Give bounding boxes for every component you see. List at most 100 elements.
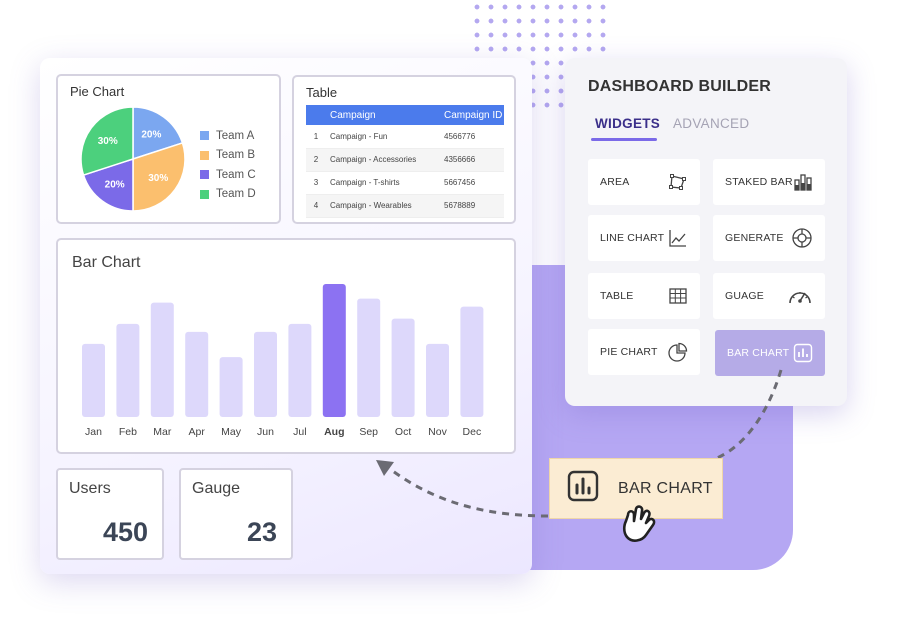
pie-chart-icon [668,342,688,362]
legend-item: Team A [200,126,256,146]
widget-area[interactable]: AREA [588,159,700,205]
x-tick-label: Feb [119,426,137,438]
table-header-campaign: Campaign [324,105,440,125]
pie-legend: Team A Team B Team C Team D [200,126,256,204]
legend-label: Team D [216,188,256,201]
tab-advanced[interactable]: ADVANCED [673,116,749,131]
generate-icon [791,227,813,249]
users-label: Users [69,480,111,497]
bar-dec [460,306,484,417]
row-index: 2 [306,148,324,172]
x-tick-label: Apr [189,426,206,438]
pie-slice-label: 20% [105,180,125,191]
active-tab-indicator [591,138,657,141]
users-stat-card[interactable]: Users 450 [56,468,164,560]
widget-label: STAKED BAR [725,176,793,188]
bar-sep [357,298,381,417]
table-row: 1 Campaign - Fun 4566776 [306,125,504,149]
row-campaign-id: 4356666 [440,148,504,172]
bar-chart-icon [567,470,599,507]
gauge-label: Gauge [192,480,241,497]
x-tick-label: May [221,426,242,438]
x-tick-label: Jan [85,426,102,438]
bar-chart-widget[interactable]: Jan Feb Mar Apr May Jun Jul Aug Sep Oct Nov Dec Bar… [56,238,516,454]
x-tick-label: Jul [293,426,306,438]
widget-guage[interactable]: GUAGE [713,273,825,319]
row-index: 3 [306,171,324,195]
widget-generate[interactable]: GENERATE [713,215,825,261]
x-tick-label: Oct [395,426,411,438]
bar-oct [391,318,415,417]
area-icon [668,172,688,192]
legend-swatch-icon [200,170,209,180]
row-campaign: Campaign - Fun [324,125,440,149]
row-campaign-id: 4566776 [440,125,504,149]
x-tick-label: Mar [153,426,172,438]
row-index: 4 [306,194,324,218]
widget-table[interactable]: TABLE [588,273,700,319]
pie-slice-label: 20% [141,129,161,140]
table-header-index [306,105,324,125]
bar-mar [150,302,174,417]
table-row: 4 Campaign - Wearables 5678889 [306,194,504,218]
line-chart-icon [668,228,688,248]
bar-feb [116,323,140,417]
widget-bar-chart[interactable]: BAR CHART [715,330,825,376]
gauge-stat-card[interactable]: Gauge 23 [179,468,293,560]
widget-label: LINE CHART [600,232,665,244]
legend-label: Team B [216,149,255,162]
bar-apr [185,331,209,417]
pie-slice-label: 30% [148,173,168,184]
x-tick-label: Dec [463,426,482,438]
row-campaign-id: 5678889 [440,194,504,218]
bar-may [219,357,243,417]
tab-widgets[interactable]: WIDGETS [595,116,660,131]
widget-label: BAR CHART [727,347,790,359]
gauge-icon [787,286,813,306]
x-tick-label: Jun [257,426,274,438]
row-campaign-id: 5667456 [440,171,504,195]
table-row: 3 Campaign - T-shirts 5667456 [306,171,504,195]
pie-slice-label: 30% [98,136,118,147]
x-tick-label: Sep [359,426,378,438]
widget-staked-bar[interactable]: STAKED BAR [713,159,825,205]
bar-chart-icon [793,343,813,363]
widget-pie-chart[interactable]: PIE CHART [588,329,700,375]
pie-chart-widget[interactable]: Pie Chart 20% 30% 20% 30% Team A Team B Tea… [56,74,281,224]
legend-label: Team C [216,168,256,181]
bar-jul [288,323,312,417]
users-value: 450 [102,517,148,547]
table-widget[interactable]: Table Campaign Campaign ID 1 Campaign - F… [292,75,516,224]
table-header-row: Campaign Campaign ID [306,105,504,125]
bar-chart-title: Bar Chart [72,254,141,271]
builder-title: DASHBOARD BUILDER [588,78,771,95]
legend-item: Team D [200,185,256,205]
widget-label: PIE CHART [600,346,658,358]
pie-chart: 20% 30% 20% 30% [80,106,186,212]
gauge-value: 23 [246,517,277,547]
campaign-table: Campaign Campaign ID 1 Campaign - Fun 4566… [306,105,504,218]
dashboard-builder-scene: Pie Chart 20% 30% 20% 30% Team A Team B Tea… [0,0,900,627]
legend-item: Team B [200,146,256,166]
row-campaign: Campaign - T-shirts [324,171,440,195]
widget-label: AREA [600,176,630,188]
legend-swatch-icon [200,131,209,141]
dragged-bar-chart-chip[interactable]: BAR CHART [549,458,723,519]
table-header-campaign-id: Campaign ID [440,105,504,125]
dashboard-canvas: Pie Chart 20% 30% 20% 30% Team A Team B Tea… [40,58,532,574]
bar-aug [322,284,346,417]
table-icon [668,286,688,306]
legend-item: Team C [200,165,256,185]
widget-label: TABLE [600,290,634,302]
widget-label: GUAGE [725,290,764,302]
widget-label: GENERATE [725,232,784,244]
bar-nov [426,343,449,417]
bar-jan [82,343,105,417]
legend-swatch-icon [200,150,209,160]
legend-label: Team A [216,129,255,142]
widget-line-chart[interactable]: LINE CHART [588,215,700,261]
x-tick-label: Aug [324,426,344,438]
x-tick-label: Nov [428,426,447,438]
row-index: 1 [306,125,324,149]
chip-label: BAR CHART [618,479,713,497]
